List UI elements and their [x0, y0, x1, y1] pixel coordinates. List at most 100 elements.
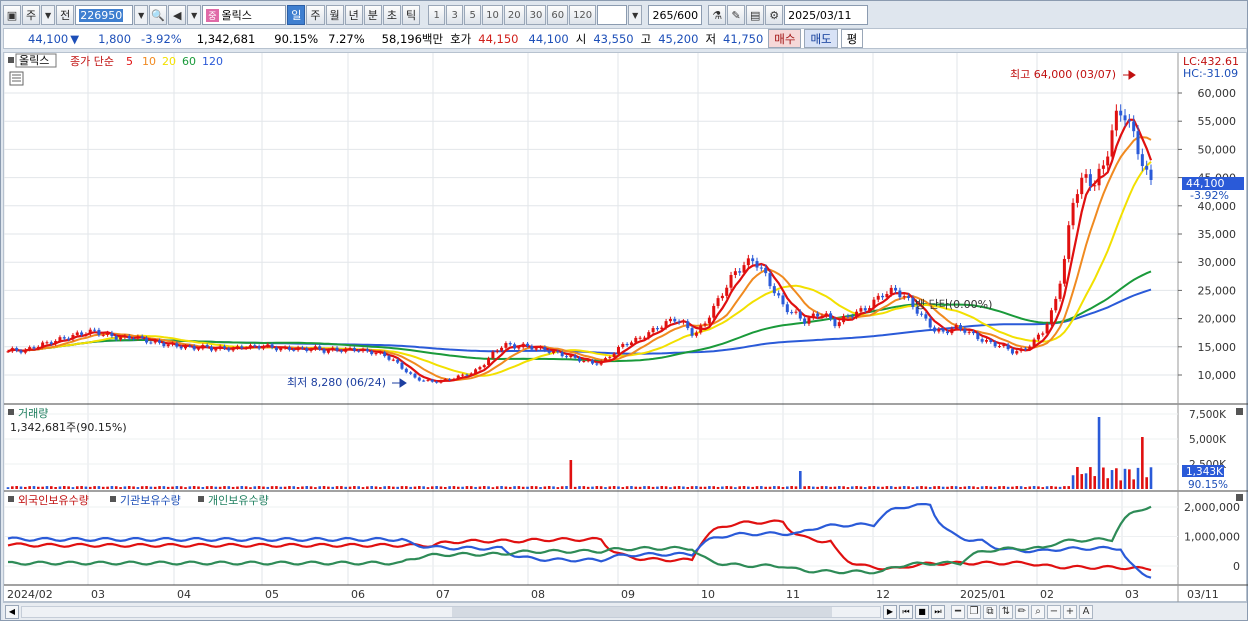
volume-bar: [32, 486, 36, 489]
candle-body: [1136, 131, 1140, 155]
candle-body: [829, 313, 833, 319]
interval-120[interactable]: 120: [569, 5, 597, 25]
zoom-slider-icon[interactable]: ━: [951, 604, 965, 619]
volume-bar: [132, 486, 135, 489]
hold-tick-label: 1,000,000: [1184, 531, 1240, 544]
volume-bar: [582, 486, 586, 489]
magnify-icon[interactable]: ⌕: [1031, 604, 1045, 619]
candle-body: [573, 355, 577, 358]
compare-icon[interactable]: ⧉: [983, 604, 997, 619]
count-value[interactable]: 265: [652, 9, 673, 22]
volume-bar: [1115, 468, 1118, 489]
period-month[interactable]: 월: [325, 5, 344, 25]
legend-ma-20[interactable]: 20: [162, 55, 176, 68]
interval-30[interactable]: 30: [525, 5, 547, 25]
candle-body: [1019, 348, 1023, 352]
candle-body: [907, 296, 911, 298]
volume-bar: [71, 487, 75, 489]
volume-bar: [790, 486, 793, 489]
candle-body: [764, 267, 768, 274]
scroll-track[interactable]: [21, 605, 881, 618]
interval-3[interactable]: 3: [446, 5, 464, 25]
scroll-thumb[interactable]: [452, 606, 832, 617]
volume-bar: [392, 486, 395, 489]
candle-body: [235, 346, 239, 349]
volume-bar: [1132, 479, 1135, 489]
stock-code-input[interactable]: 226950: [75, 5, 134, 25]
period-year[interactable]: 년: [344, 5, 363, 25]
scroll-first-icon[interactable]: ⏮: [899, 604, 913, 619]
chart-svg[interactable]: 60,00055,00050,00045,00040,00035,00030,0…: [3, 53, 1248, 603]
volume-bar: [682, 486, 685, 489]
volume-bar: [327, 486, 330, 489]
plus-icon[interactable]: +: [1063, 604, 1077, 619]
volume-bar: [920, 486, 923, 489]
legend-ma-10[interactable]: 10: [142, 55, 156, 68]
copy-icon[interactable]: ❐: [967, 604, 981, 619]
minus-icon[interactable]: −: [1047, 604, 1061, 619]
prev-button[interactable]: 전: [56, 5, 75, 25]
chart-area[interactable]: 60,00055,00050,00045,00040,00035,00030,0…: [3, 52, 1248, 603]
hold-title-retail: 개인보유수량: [208, 494, 269, 507]
interval-5[interactable]: 5: [464, 5, 482, 25]
hold-close-icon[interactable]: [1236, 494, 1243, 501]
low-label: 저: [705, 31, 717, 46]
draw-icon[interactable]: ✏: [1015, 604, 1029, 619]
type-select[interactable]: 주: [22, 5, 41, 25]
save-icon[interactable]: ▤: [746, 5, 765, 25]
legend-ma-5[interactable]: 5: [126, 55, 133, 68]
sell-button[interactable]: 매도: [804, 29, 838, 48]
font-icon[interactable]: A: [1079, 604, 1093, 619]
type-dropdown-icon[interactable]: ▼: [41, 5, 56, 25]
volume-bar: [1110, 470, 1114, 489]
code-dropdown-icon[interactable]: ▼: [134, 5, 149, 25]
gear-icon[interactable]: ⚙: [765, 5, 784, 25]
stock-name-field[interactable]: 중 올릭스: [202, 5, 287, 25]
volume-bar: [292, 486, 296, 489]
custom-interval-input[interactable]: [597, 5, 628, 25]
layout-icon[interactable]: ▣: [3, 5, 21, 25]
high-annotation: 최고 64,000 (03/07): [1010, 68, 1116, 81]
search-icon[interactable]: 🔍: [149, 5, 168, 25]
eval-button[interactable]: 평: [840, 29, 864, 48]
vol-close-icon[interactable]: [1236, 408, 1243, 415]
count-max: /600: [673, 8, 699, 22]
volume-bar: [469, 486, 473, 489]
volume-bar: [807, 486, 811, 489]
speaker-dropdown-icon[interactable]: ▼: [187, 5, 202, 25]
drawing-icon[interactable]: ✎: [727, 5, 746, 25]
scroll-left-icon[interactable]: ◀: [5, 604, 19, 619]
candle-body: [586, 360, 590, 362]
vol-title: 거래량: [18, 407, 48, 420]
candle-body: [67, 338, 71, 340]
volume-bar: [396, 486, 399, 489]
volume-bar: [820, 486, 824, 489]
trend-icon[interactable]: ⇅: [999, 604, 1013, 619]
interval-10[interactable]: 10: [482, 5, 503, 25]
candle-body: [352, 348, 356, 351]
volume-bar: [279, 486, 283, 489]
price-change-pct: -3.92%: [141, 31, 182, 46]
speaker-icon[interactable]: ◀: [168, 5, 187, 25]
interval-dropdown-icon[interactable]: ▼: [628, 5, 643, 25]
period-day[interactable]: 일: [287, 5, 306, 25]
period-week[interactable]: 주: [306, 5, 325, 25]
period-second[interactable]: 초: [382, 5, 401, 25]
scroll-last-icon[interactable]: ⏭: [931, 604, 945, 619]
interval-1[interactable]: 1: [428, 5, 446, 25]
stop-icon[interactable]: ■: [915, 604, 929, 619]
interval-60[interactable]: 60: [547, 5, 569, 25]
interval-20[interactable]: 20: [503, 5, 525, 25]
date-input[interactable]: 2025/03/11: [784, 5, 869, 25]
buy-button[interactable]: 매수: [768, 29, 802, 48]
candle-icon[interactable]: ⚗: [708, 5, 727, 25]
legend-ma-120[interactable]: 120: [202, 55, 223, 68]
chart-scrollbar[interactable]: ◀ ▶ ⏮ ■ ⏭ ━ ❐ ⧉ ⇅ ✏ ⌕ − + A: [3, 602, 1247, 620]
candle-body: [894, 287, 898, 291]
scroll-right-icon[interactable]: ▶: [883, 604, 897, 619]
period-minute[interactable]: 분: [363, 5, 382, 25]
volume-bar: [560, 486, 564, 489]
legend-ma-60[interactable]: 60: [182, 55, 196, 68]
volume-bar: [643, 486, 646, 489]
period-tick[interactable]: 틱: [402, 5, 421, 25]
